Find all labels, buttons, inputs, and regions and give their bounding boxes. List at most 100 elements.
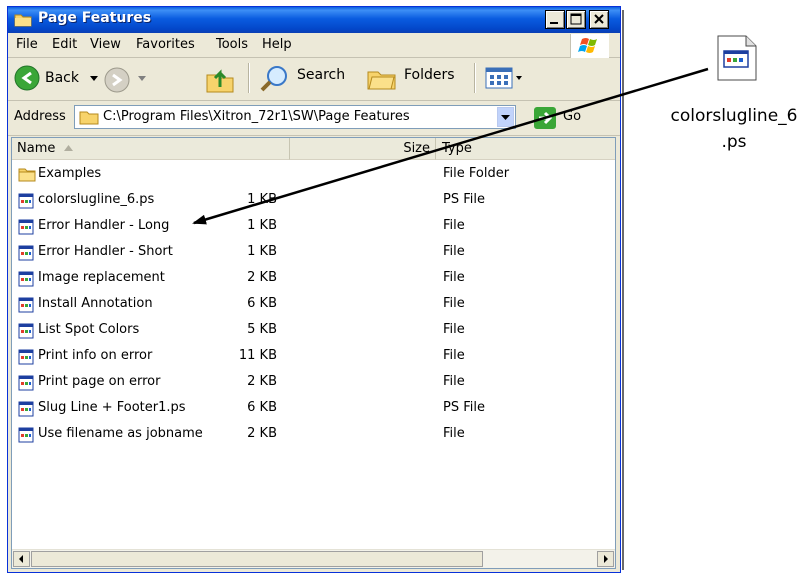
go-label[interactable]: Go <box>563 109 581 124</box>
file-type: File <box>443 348 465 363</box>
file-row[interactable]: Print page on error 2 KB File <box>12 370 615 396</box>
file-type: File <box>443 426 465 441</box>
horizontal-scrollbar[interactable] <box>12 549 615 568</box>
menu-bar: File Edit View Favorites Tools Help <box>8 33 620 58</box>
windows-logo-icon <box>570 34 609 58</box>
menu-help[interactable]: Help <box>262 37 292 52</box>
file-type: File <box>443 244 465 259</box>
file-row[interactable]: colorslugline_6.ps 1 KB PS File <box>12 188 615 214</box>
file-size: 2 KB <box>247 270 277 285</box>
file-row[interactable]: Error Handler - Short 1 KB File <box>12 240 615 266</box>
file-name: Image replacement <box>38 270 165 285</box>
minimize-button[interactable] <box>545 10 565 29</box>
column-header-type[interactable]: Type <box>436 138 615 160</box>
maximize-button[interactable] <box>566 10 586 29</box>
folder-icon <box>14 14 32 27</box>
file-size: 2 KB <box>247 374 277 389</box>
menu-favorites[interactable]: Favorites <box>136 37 195 52</box>
file-icon <box>18 297 34 313</box>
window-title: Page Features <box>38 10 152 26</box>
file-size: 6 KB <box>247 296 277 311</box>
file-icon <box>18 323 34 339</box>
file-size: 11 KB <box>238 348 277 363</box>
file-row[interactable]: Image replacement 2 KB File <box>12 266 615 292</box>
address-input[interactable]: C:\Program Files\Xitron_72r1\SW\Page Fea… <box>74 105 516 129</box>
file-size: 2 KB <box>247 426 277 441</box>
file-row[interactable]: Error Handler - Long 1 KB File <box>12 214 615 240</box>
up-folder-icon[interactable] <box>204 63 236 95</box>
file-icon <box>18 349 34 365</box>
file-list: Name Size Type Examples File Folder colors… <box>11 137 616 569</box>
menu-tools[interactable]: Tools <box>216 37 248 52</box>
address-dropdown-button[interactable] <box>497 107 514 127</box>
file-row[interactable]: Print info on error 11 KB File <box>12 344 615 370</box>
file-type: File <box>443 270 465 285</box>
folder-icon <box>18 167 36 183</box>
explorer-window: Page Features File Edit View Favorites T… <box>7 6 621 573</box>
folders-label[interactable]: Folders <box>404 67 455 83</box>
menu-view[interactable]: View <box>90 37 121 52</box>
column-header-size[interactable]: Size <box>290 138 436 160</box>
views-icon[interactable] <box>485 66 525 90</box>
file-icon <box>18 219 34 235</box>
file-name: Use filename as jobname <box>38 426 203 441</box>
ps-file-icon[interactable] <box>714 35 758 81</box>
file-icon <box>18 401 34 417</box>
file-icon <box>18 193 34 209</box>
file-type: File <box>443 322 465 337</box>
address-label: Address <box>14 109 66 124</box>
file-icon <box>18 245 34 261</box>
file-row[interactable]: Install Annotation 6 KB File <box>12 292 615 318</box>
folders-icon[interactable] <box>366 63 398 93</box>
chevron-down-icon <box>138 76 146 81</box>
file-icon <box>18 271 34 287</box>
toolbar: Back Search Folders <box>8 58 620 101</box>
desktop-file-label[interactable]: colorslugline_6 .ps <box>664 103 804 155</box>
file-name: Print page on error <box>38 374 161 389</box>
file-size: 1 KB <box>247 218 277 233</box>
sort-ascending-icon <box>64 145 73 151</box>
scroll-left-button[interactable] <box>13 551 30 567</box>
file-type: PS File <box>443 192 485 207</box>
file-type: File <box>443 296 465 311</box>
title-bar[interactable]: Page Features <box>8 7 620 33</box>
file-type: File <box>443 218 465 233</box>
file-name: colorslugline_6.ps <box>38 192 155 207</box>
file-type: File Folder <box>443 166 510 181</box>
file-icon <box>18 375 34 391</box>
file-row[interactable]: Slug Line + Footer1.ps 6 KB PS File <box>12 396 615 422</box>
back-arrow-icon <box>14 65 40 91</box>
file-name: List Spot Colors <box>38 322 140 337</box>
file-type: File <box>443 374 465 389</box>
file-row[interactable]: Use filename as jobname 2 KB File <box>12 422 615 448</box>
close-button[interactable] <box>589 10 609 29</box>
back-label: Back <box>45 70 79 86</box>
forward-arrow-icon <box>104 67 130 93</box>
folder-icon <box>79 111 99 125</box>
file-size: 5 KB <box>247 322 277 337</box>
file-type: PS File <box>443 400 485 415</box>
file-name: Install Annotation <box>38 296 153 311</box>
chevron-down-icon <box>90 76 98 81</box>
file-name: Print info on error <box>38 348 153 363</box>
address-value: C:\Program Files\Xitron_72r1\SW\Page Fea… <box>103 109 410 124</box>
address-bar: Address C:\Program Files\Xitron_72r1\SW\… <box>8 101 620 136</box>
file-row[interactable]: List Spot Colors 5 KB File <box>12 318 615 344</box>
scroll-thumb[interactable] <box>31 551 483 567</box>
column-header-name[interactable]: Name <box>12 138 290 160</box>
file-rows: Examples File Folder colorslugline_6.ps 1 K… <box>12 162 615 448</box>
file-size: 1 KB <box>247 192 277 207</box>
go-arrow-icon[interactable] <box>534 107 556 129</box>
file-size: 6 KB <box>247 400 277 415</box>
file-name: Error Handler - Short <box>38 244 173 259</box>
menu-file[interactable]: File <box>16 37 38 52</box>
search-icon[interactable] <box>258 63 290 93</box>
toolbar-separator <box>474 63 476 93</box>
menu-edit[interactable]: Edit <box>52 37 77 52</box>
file-name: Error Handler - Long <box>38 218 170 233</box>
file-icon <box>18 427 34 443</box>
scroll-right-button[interactable] <box>597 551 614 567</box>
forward-button[interactable] <box>104 65 154 95</box>
search-label[interactable]: Search <box>297 67 345 83</box>
file-row[interactable]: Examples File Folder <box>12 162 615 188</box>
